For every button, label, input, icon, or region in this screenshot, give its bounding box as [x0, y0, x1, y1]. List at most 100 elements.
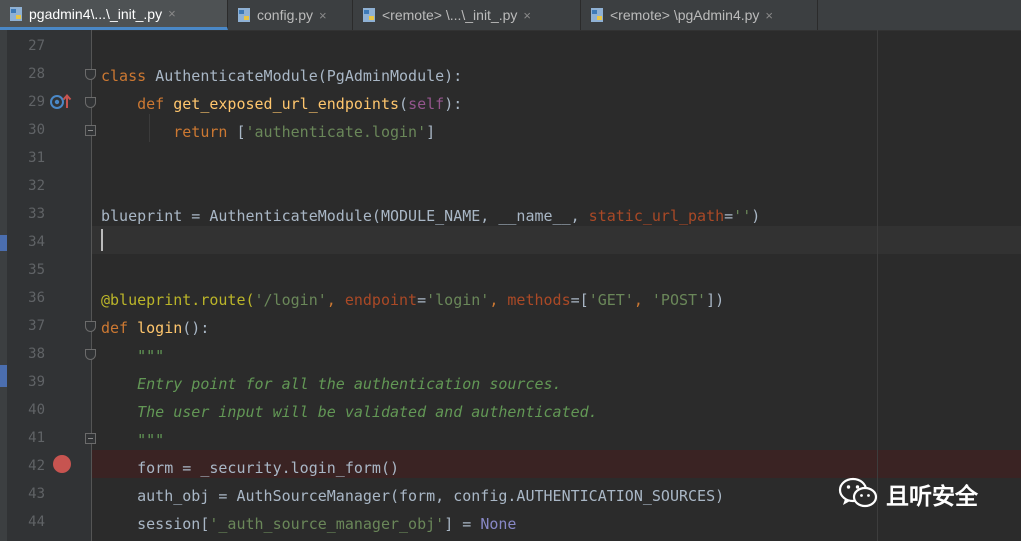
- docstring: The user input will be validated and aut…: [137, 403, 598, 421]
- code-line-38: """: [92, 342, 1021, 370]
- close-icon[interactable]: ×: [765, 8, 773, 23]
- line-number: 42: [28, 458, 45, 474]
- right-margin-guide: [877, 30, 878, 541]
- watermark: 且听安全: [838, 474, 978, 514]
- line-number: 28: [28, 66, 45, 82]
- tab-label: <remote> \pgAdmin4.py: [610, 7, 760, 23]
- class-name: AuthenticateModule: [155, 67, 318, 85]
- close-icon[interactable]: ×: [319, 8, 327, 23]
- tab-pgadmin4-init[interactable]: pgadmin4\...\_init_.py ×: [0, 0, 228, 30]
- code-text: ]: [426, 123, 436, 141]
- line-number: 44: [28, 514, 45, 530]
- line-gutter[interactable]: 27 28 29 30 31 32 33 34 35 36 37 38 39 4…: [7, 30, 96, 541]
- string-literal: 'GET': [588, 291, 634, 309]
- keyword: def: [101, 319, 129, 337]
- code-text: auth_obj = AuthSourceManager(form, confi…: [137, 487, 725, 505]
- line-number: 38: [28, 346, 45, 362]
- code-line-28: class AuthenticateModule(PgAdminModule):: [92, 62, 1021, 90]
- code-text: ]): [706, 291, 725, 309]
- close-icon[interactable]: ×: [168, 6, 176, 21]
- code-line-30: return ['authenticate.login']: [92, 118, 1021, 146]
- watermark-text: 且听安全: [886, 484, 978, 510]
- line-number: 41: [28, 430, 45, 446]
- line-number: 27: [28, 38, 45, 54]
- code-text: (PgAdminModule):: [317, 67, 463, 85]
- line-number: 39: [28, 374, 45, 390]
- code-line-37: def login():: [92, 314, 1021, 342]
- line-number: 30: [28, 122, 45, 138]
- strip-marker: [0, 235, 7, 251]
- line-number: 32: [28, 178, 45, 194]
- breakpoint-icon[interactable]: [51, 453, 73, 475]
- code-text: ] =: [444, 515, 481, 533]
- editor-tab-bar: pgadmin4\...\_init_.py × config.py × <re…: [0, 0, 1021, 31]
- function-name: get_exposed_url_endpoints: [173, 95, 400, 113]
- line-number: 37: [28, 318, 45, 334]
- code-text: session[: [137, 515, 210, 533]
- python-file-icon: [591, 8, 603, 22]
- keyword: class: [101, 67, 147, 85]
- keyword-argument: methods: [507, 291, 571, 309]
- line-number: 33: [28, 206, 45, 222]
- none-keyword: None: [480, 515, 517, 533]
- docstring: Entry point for all the authentication s…: [137, 375, 562, 393]
- code-editor[interactable]: class AuthenticateModule(PgAdminModule):…: [92, 30, 1021, 541]
- code-text: blueprint = AuthenticateModule(MODULE_NA…: [101, 207, 589, 225]
- text-caret: [101, 229, 103, 251]
- code-text: (: [399, 95, 409, 113]
- string-literal: 'authenticate.login': [245, 123, 427, 141]
- code-text: ,: [489, 291, 508, 309]
- string-literal: 'login': [426, 291, 490, 309]
- line-number: 36: [28, 290, 45, 306]
- line-number: 35: [28, 262, 45, 278]
- tab-remote-init[interactable]: <remote> \...\_init_.py ×: [353, 0, 581, 30]
- code-text: ):: [444, 95, 463, 113]
- code-text: =: [724, 207, 734, 225]
- tab-label: config.py: [257, 7, 314, 23]
- tab-label: <remote> \...\_init_.py: [382, 7, 518, 23]
- code-line-44: session['_auth_source_manager_obj'] = No…: [92, 510, 1021, 538]
- line-number: 34: [28, 234, 45, 250]
- code-text: =: [417, 291, 427, 309]
- code-text: form = _security.login_form(): [137, 459, 400, 477]
- tab-remote-pgadmin4[interactable]: <remote> \pgAdmin4.py ×: [581, 0, 818, 30]
- code-line-34-current[interactable]: [92, 226, 1021, 254]
- tab-label: pgadmin4\...\_init_.py: [29, 5, 163, 22]
- close-icon[interactable]: ×: [523, 8, 531, 23]
- left-strip: [0, 30, 7, 541]
- line-number: 43: [28, 486, 45, 502]
- code-text: =[: [570, 291, 589, 309]
- string-literal: 'POST': [651, 291, 707, 309]
- python-file-icon: [363, 8, 375, 22]
- code-text: ,: [326, 291, 345, 309]
- override-method-icon[interactable]: [50, 92, 72, 110]
- function-name: login: [137, 319, 183, 337]
- code-text: ,: [633, 291, 652, 309]
- code-text: ():: [182, 319, 210, 337]
- docstring: """: [137, 347, 165, 365]
- python-file-icon: [238, 8, 250, 22]
- decorator: @blueprint.route(: [101, 291, 255, 309]
- strip-marker: [0, 365, 7, 387]
- code-line-36: @blueprint.route('/login', endpoint='log…: [92, 286, 1021, 314]
- line-number: 31: [28, 150, 45, 166]
- code-line-40: The user input will be validated and aut…: [92, 398, 1021, 426]
- code-text: [: [236, 123, 246, 141]
- string-literal: '/login': [254, 291, 327, 309]
- keyword: return: [173, 123, 228, 141]
- code-line-29: def get_exposed_url_endpoints(self):: [92, 90, 1021, 118]
- line-number: 40: [28, 402, 45, 418]
- code-text: ): [751, 207, 761, 225]
- code-line-39: Entry point for all the authentication s…: [92, 370, 1021, 398]
- line-number: 29: [28, 94, 45, 110]
- self-keyword: self: [408, 95, 445, 113]
- python-file-icon: [10, 6, 22, 21]
- keyword-argument: endpoint: [344, 291, 418, 309]
- string-literal: '': [733, 207, 752, 225]
- wechat-icon: [838, 477, 878, 508]
- docstring: """: [137, 431, 165, 449]
- keyword-argument: static_url_path: [588, 207, 725, 225]
- tab-config[interactable]: config.py ×: [228, 0, 353, 30]
- string-literal: '_auth_source_manager_obj': [209, 515, 445, 533]
- keyword: def: [137, 95, 165, 113]
